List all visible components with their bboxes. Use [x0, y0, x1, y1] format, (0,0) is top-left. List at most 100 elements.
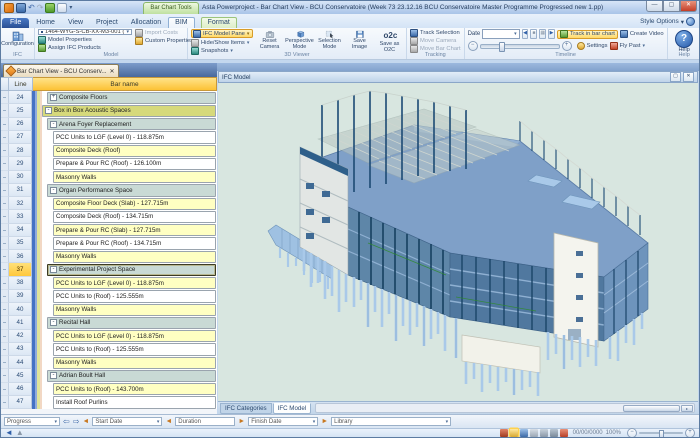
view-mode-3-icon[interactable]	[520, 429, 528, 437]
model-select[interactable]: 1464-WYG-S-CB-XX-M3-001 (Revi ▾	[38, 29, 132, 35]
duration-field[interactable]: Duration	[175, 417, 235, 426]
line-number-cell[interactable]: 35	[9, 237, 32, 250]
save-image-button[interactable]: Save Image	[346, 29, 373, 51]
table-row[interactable]: 27 PCC Units to LGF (Level 0) - 118.875m	[1, 131, 217, 144]
progress-flag-icon[interactable]	[45, 3, 55, 13]
ifc-panel-close-icon[interactable]: ✕	[683, 72, 694, 82]
line-number-cell[interactable]: 30	[9, 171, 32, 184]
help-sphere-icon[interactable]	[686, 17, 695, 26]
model-properties-button[interactable]: Model Properties	[38, 36, 132, 43]
stop-button[interactable]: ■	[530, 29, 537, 39]
finish-date-field[interactable]: Finish Date▾	[248, 417, 318, 426]
scrollbar-thumb[interactable]	[623, 405, 680, 412]
tab-ifc-model[interactable]: IFC Model	[273, 403, 312, 414]
tab-project[interactable]: Project	[90, 18, 124, 28]
zoom-slider[interactable]	[639, 432, 683, 434]
table-row[interactable]: 36Masonry Walls	[1, 250, 217, 263]
frames-button[interactable]: ▦	[539, 29, 546, 39]
bar-name-cell[interactable]: Composite Deck (Roof) - 134.715m	[53, 211, 216, 223]
line-number-cell[interactable]: 25	[9, 104, 32, 117]
settings-button[interactable]: Settings	[577, 43, 608, 50]
table-row[interactable]: 28Composite Deck (Roof)	[1, 144, 217, 157]
line-number-cell[interactable]: 27	[9, 131, 32, 144]
help-button[interactable]: ? Help	[671, 29, 698, 51]
maximize-button[interactable]: ▢	[663, 1, 680, 12]
collapse-icon[interactable]: -	[50, 319, 57, 326]
table-row[interactable]: 25-Box in Box Acoustic Spaces	[1, 104, 217, 117]
bar-name-cell[interactable]: Prepare & Pour RC (Roof) - 134.715m	[53, 237, 216, 249]
bar-name-cell[interactable]: -Arena Foyer Replacement	[47, 118, 216, 130]
view-mode-5-icon[interactable]	[540, 429, 548, 437]
tab-format[interactable]: Format	[201, 17, 237, 28]
move-camera-button[interactable]: Move Camera	[410, 37, 461, 44]
table-row[interactable]: 35 Prepare & Pour RC (Roof) - 134.715m	[1, 237, 217, 250]
bar-name-cell[interactable]: PCC Units to (Roof) - 143.700m	[53, 383, 216, 395]
play-button[interactable]: ▶	[548, 29, 555, 39]
line-number-cell[interactable]: 44	[9, 356, 32, 369]
document-icon[interactable]	[57, 3, 67, 13]
line-number-cell[interactable]: 36	[9, 250, 32, 263]
minimize-button[interactable]: —	[646, 1, 663, 12]
save-icon[interactable]	[16, 3, 26, 13]
line-number-cell[interactable]: 39	[9, 290, 32, 303]
collapse-icon[interactable]: -	[50, 372, 57, 379]
table-row[interactable]: 41-Recital Hall	[1, 316, 217, 329]
bar-name-cell[interactable]: PCC Units to LGF (Level 0) - 118.875m	[53, 131, 216, 143]
bar-name-cell[interactable]: Composite Floor Deck (Slab) - 127.715m	[53, 198, 216, 210]
bar-name-cell[interactable]: Composite Deck (Roof)	[53, 145, 216, 157]
ifc-panel-maximize-icon[interactable]: ▢	[670, 72, 681, 82]
zoom-slider-thumb[interactable]	[659, 430, 664, 438]
bar-name-column-header[interactable]: Bar name	[33, 77, 217, 91]
bar-name-cell[interactable]: -Recital Hall	[47, 317, 216, 329]
bar-name-cell[interactable]: Masonry Walls	[53, 357, 216, 369]
scrollbar-corner-button[interactable]: ▸	[681, 405, 693, 412]
redo-icon[interactable]: ↷	[37, 4, 44, 12]
line-number-cell[interactable]: 26	[9, 118, 32, 131]
qat-dropdown-icon[interactable]: ▾	[69, 4, 72, 11]
go-up-icon[interactable]: ▲	[16, 429, 24, 437]
hide-show-items-button[interactable]: Hide/Show Items ▾	[191, 39, 253, 46]
date-select[interactable]: ▾	[482, 29, 519, 39]
expand-icon[interactable]: +	[50, 94, 57, 101]
view-mode-7-icon[interactable]	[560, 429, 568, 437]
line-number-cell[interactable]: 38	[9, 277, 32, 290]
table-row[interactable]: 46 PCC Units to (Roof) - 143.700m	[1, 383, 217, 396]
table-row[interactable]: 31-Organ Performance Space	[1, 184, 217, 197]
table-row[interactable]: 24+Composite Floors	[1, 91, 217, 104]
table-row[interactable]: 38PCC Units to LGF (Level 0) - 118.875m	[1, 277, 217, 290]
table-row[interactable]: 30Masonry Walls	[1, 171, 217, 184]
bar-name-cell[interactable]: Prepare & Pour RC (Slab) - 127.715m	[53, 224, 216, 236]
ifc-3d-viewport[interactable]	[218, 83, 698, 401]
app-icon[interactable]	[4, 3, 14, 13]
step-back-button[interactable]: ◀	[522, 29, 529, 39]
table-row[interactable]: 39PCC Units to (Roof) - 125.555m	[1, 290, 217, 303]
line-number-cell[interactable]: 45	[9, 369, 32, 382]
table-row[interactable]: 42PCC Units to LGF (Level 0) - 118.875m	[1, 330, 217, 343]
view-mode-4-icon[interactable]	[530, 429, 538, 437]
fly-past-button[interactable]: Fly Past ▾	[610, 43, 645, 50]
ifc-model-pane-toggle[interactable]: IFC Model Pane ▾	[191, 29, 253, 38]
table-row[interactable]: 45-Adrian Boult Hall	[1, 369, 217, 382]
line-number-cell[interactable]: 34	[9, 224, 32, 237]
library-field[interactable]: Library▾	[331, 417, 451, 426]
tab-ifc-categories[interactable]: IFC Categories	[220, 403, 272, 414]
reset-camera-button[interactable]: Reset Camera	[256, 29, 283, 51]
timeline-zoom-in-button[interactable]: +	[562, 41, 572, 51]
timeline-slider[interactable]	[480, 44, 560, 49]
line-number-cell[interactable]: 43	[9, 343, 32, 356]
line-number-cell[interactable]: 46	[9, 383, 32, 396]
bar-chart-view-tab[interactable]: Bar Chart View - BCU Conserv... ✕	[3, 64, 119, 77]
import-costs-button[interactable]: Import Costs	[135, 29, 193, 36]
ifc-panel-header[interactable]: IFC Model ▢ ✕	[218, 71, 698, 83]
timeline-zoom-out-button[interactable]: −	[468, 41, 478, 51]
zoom-in-button[interactable]: +	[685, 428, 695, 438]
timeline-slider-thumb[interactable]	[499, 42, 505, 52]
line-number-cell[interactable]: 40	[9, 303, 32, 316]
style-options-button[interactable]: Style Options	[640, 18, 679, 25]
collapse-icon[interactable]: -	[45, 107, 52, 114]
track-selection-button[interactable]: Track Selection	[410, 29, 461, 36]
tab-bim[interactable]: BIM	[168, 17, 194, 28]
tab-file[interactable]: File	[2, 18, 29, 28]
configuration-button[interactable]: Configuration	[4, 29, 31, 51]
perspective-mode-button[interactable]: Perspective Mode	[286, 29, 313, 51]
